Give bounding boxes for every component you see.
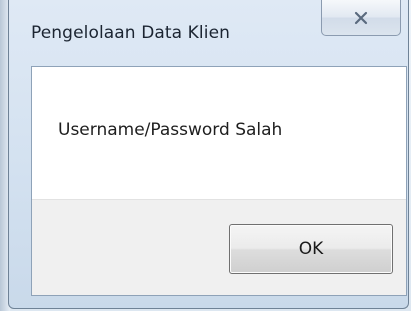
ok-button[interactable]: OK (229, 224, 393, 274)
dialog-content: Username/Password Salah OK (31, 66, 407, 296)
message-dialog: Pengelolaan Data Klien Username/Password… (8, 0, 409, 309)
error-message: Username/Password Salah (58, 120, 283, 140)
close-button[interactable] (321, 0, 401, 36)
dialog-title: Pengelolaan Data Klien (31, 23, 231, 43)
close-icon (354, 11, 368, 25)
dialog-button-bar: OK (32, 199, 406, 295)
